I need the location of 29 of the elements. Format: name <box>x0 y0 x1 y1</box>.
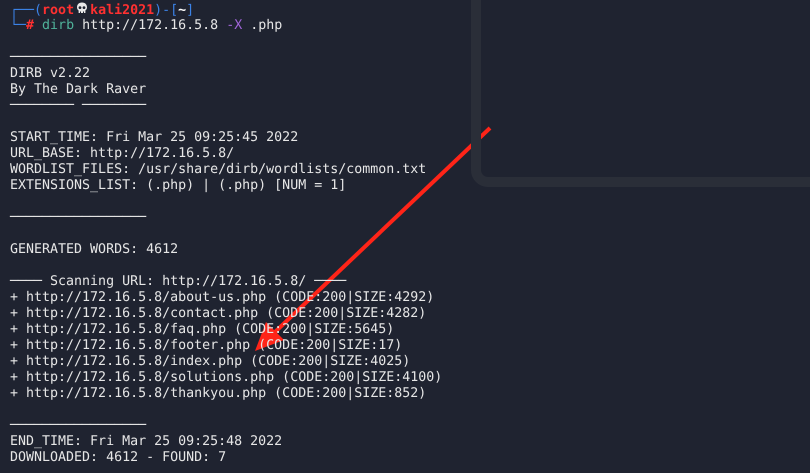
output-line: WORDLIST_FILES: /usr/share/dirb/wordlists/common.txt <box>10 162 426 177</box>
result-line: + http://172.16.5.8/thankyou.php (CODE:200|SIZE:852) <box>10 386 426 401</box>
command-argument: .php <box>250 18 282 33</box>
prompt-user: root <box>42 3 74 18</box>
rule-line: ───────────────── <box>10 50 146 65</box>
output-line: DIRB v2.22 <box>10 66 90 81</box>
output-line: EXTENSIONS_LIST: (.php) | (.php) [NUM = 1] <box>10 178 346 193</box>
prompt-frame: └─ <box>10 18 26 33</box>
prompt-directory: ~ <box>178 3 186 18</box>
prompt-bracket: )-[ <box>154 3 178 18</box>
output-line: START_TIME: Fri Mar 25 09:25:45 2022 <box>10 130 298 145</box>
rule-line: ───────────────── <box>10 210 146 225</box>
output-line: By The Dark Raver <box>10 82 146 97</box>
prompt-symbol: # <box>26 18 34 33</box>
prompt-host: kali2021 <box>90 3 154 18</box>
prompt-frame: ┌── <box>10 3 34 18</box>
result-line: + http://172.16.5.8/solutions.php (CODE:200|SIZE:4100) <box>10 370 442 385</box>
prompt-bracket: ( <box>34 3 42 18</box>
prompt-bracket: ] <box>186 3 194 18</box>
result-line: + http://172.16.5.8/index.php (CODE:200|SIZE:4025) <box>10 354 410 369</box>
command-argument: http://172.16.5.8 <box>82 18 218 33</box>
command-option: -X <box>226 18 242 33</box>
output-line: URL_BASE: http://172.16.5.8/ <box>10 146 234 161</box>
output-line: END_TIME: Fri Mar 25 09:25:48 2022 <box>10 434 282 449</box>
command-name: dirb <box>42 18 74 33</box>
output-line: GENERATED WORDS: 4612 <box>10 242 178 257</box>
rule-line: ───────────────── <box>10 418 146 433</box>
rule-line: ──────── ──────── <box>10 98 146 113</box>
output-line: DOWNLOADED: 4612 - FOUND: 7 <box>10 450 226 465</box>
